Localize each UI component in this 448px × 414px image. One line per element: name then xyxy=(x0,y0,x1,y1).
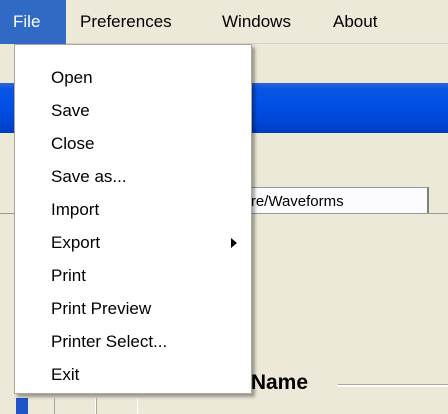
menu-item-exit[interactable]: Exit xyxy=(15,358,251,391)
menu-item-import[interactable]: Import xyxy=(15,193,251,226)
menu-item-label: Exit xyxy=(51,365,80,384)
menu-preferences[interactable]: Preferences xyxy=(80,0,172,44)
menu-item-save-as[interactable]: Save as... xyxy=(15,160,251,193)
menu-item-export[interactable]: Export xyxy=(15,226,251,259)
menu-item-label: Print Preview xyxy=(51,299,152,318)
menu-item-label: Printer Select... xyxy=(51,332,168,351)
menu-item-label: Import xyxy=(51,200,100,219)
file-menu-dropdown: Open Save Close Save as... Import Export… xyxy=(14,44,252,394)
menu-item-label: Close xyxy=(51,134,95,153)
bottom-strip-cell xyxy=(54,398,96,414)
menu-item-label: Save xyxy=(51,101,90,120)
menu-windows[interactable]: Windows xyxy=(222,0,291,44)
menu-item-open[interactable]: Open xyxy=(15,61,251,94)
menu-item-print-preview[interactable]: Print Preview xyxy=(15,292,251,325)
submenu-arrow-icon xyxy=(231,238,237,248)
bottom-strip-blue-block xyxy=(16,398,28,414)
menu-item-printer-select[interactable]: Printer Select... xyxy=(15,325,251,358)
menu-item-label: Export xyxy=(51,233,101,252)
menu-file[interactable]: File xyxy=(0,0,66,44)
menu-item-label: Print xyxy=(51,266,86,285)
menu-item-save[interactable]: Save xyxy=(15,94,251,127)
menu-item-label: Open xyxy=(51,68,93,87)
menu-bar: File Preferences Windows About xyxy=(0,0,448,44)
bottom-strip-cell xyxy=(96,398,138,414)
tab-measure-waveforms[interactable]: sure/Waveforms xyxy=(230,187,429,214)
group-box-border xyxy=(338,384,448,387)
menu-item-print[interactable]: Print xyxy=(15,259,251,292)
menu-item-close[interactable]: Close xyxy=(15,127,251,160)
menu-about[interactable]: About xyxy=(333,0,377,44)
menu-item-label: Save as... xyxy=(51,167,127,186)
